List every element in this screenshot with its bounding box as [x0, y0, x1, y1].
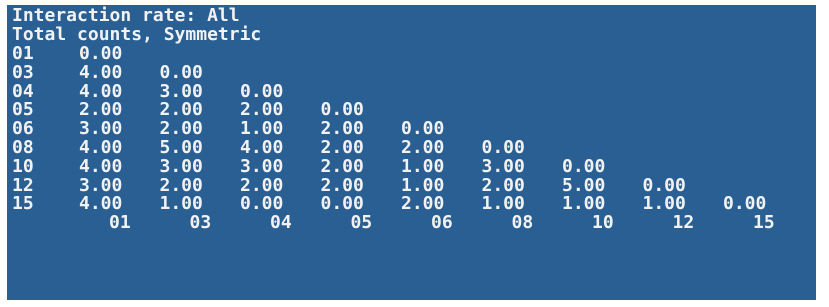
matrix-cell: 4.00: [79, 193, 123, 215]
matrix-cell: 0.00: [723, 193, 767, 215]
column-label: 04: [270, 212, 292, 234]
matrix-cell: 2.00: [320, 118, 364, 140]
matrix-cell: 2.00: [481, 174, 525, 196]
column-label: 15: [753, 212, 775, 234]
matrix-cell: 2.00: [320, 155, 364, 177]
matrix-cell: 3.00: [240, 155, 284, 177]
matrix-cell: 3.00: [159, 155, 203, 177]
matrix-cell: 2.00: [320, 174, 364, 196]
matrix-cell: 4.00: [79, 137, 123, 158]
matrix-cell: 2.00: [159, 174, 203, 196]
matrix-cell: 4.00: [79, 80, 123, 102]
matrix-cell: 2.00: [401, 137, 445, 158]
matrix-cell: 2.00: [401, 193, 445, 215]
column-label: 10: [592, 212, 614, 234]
column-label: 06: [431, 212, 453, 234]
matrix-cell: 0.00: [320, 193, 364, 215]
subtitle-line: Total counts, Symmetric: [12, 24, 262, 45]
matrix-cell: 0.00: [320, 99, 364, 121]
matrix-cell: 2.00: [159, 118, 203, 140]
matrix-cell: 0.00: [562, 155, 606, 177]
row-label: 15: [12, 193, 34, 215]
matrix-cell: 2.00: [159, 99, 203, 121]
column-label: 08: [511, 212, 534, 234]
row-label: 10: [12, 155, 34, 177]
matrix-cell: 4.00: [79, 155, 123, 177]
matrix-cell: 4.00: [240, 137, 284, 158]
matrix-cell: 1.00: [562, 193, 606, 215]
row-label: 06: [12, 118, 34, 140]
matrix-cell: 5.00: [562, 174, 606, 196]
matrix-cell: 5.00: [159, 137, 203, 158]
matrix-cell: 1.00: [159, 193, 203, 215]
matrix-cell: 0.00: [79, 43, 123, 64]
row-label: 08: [12, 137, 34, 158]
matrix-cell: 1.00: [481, 193, 525, 215]
row-label: 05: [12, 99, 34, 121]
console-window: Interaction rate: All Total counts, Symm…: [7, 5, 816, 300]
row-label: 12: [12, 174, 34, 196]
matrix-cell: 2.00: [240, 99, 284, 121]
matrix-cell: 1.00: [401, 174, 445, 196]
matrix-cell: 1.00: [240, 118, 284, 140]
column-label: 01: [109, 212, 131, 234]
matrix-cell: 2.00: [240, 174, 284, 196]
matrix-cell: 4.00: [79, 61, 123, 83]
row-label: 03: [12, 61, 34, 83]
matrix-cell: 0.00: [481, 137, 525, 158]
matrix-cell: 3.00: [481, 155, 525, 177]
matrix-cell: 0.00: [240, 80, 284, 102]
matrix-cell: 0.00: [240, 193, 284, 215]
matrix-cell: 0.00: [401, 118, 445, 140]
matrix-cell: 0.00: [642, 174, 686, 196]
matrix-cell: 3.00: [159, 80, 203, 102]
column-label: 03: [189, 212, 212, 234]
row-label: 01: [12, 43, 34, 64]
matrix-cell: 2.00: [79, 99, 123, 121]
title-line: Interaction rate: All: [12, 5, 240, 26]
matrix-cell: 1.00: [642, 193, 686, 215]
matrix-cell: 1.00: [401, 155, 445, 177]
matrix-cell: 3.00: [79, 174, 123, 196]
matrix-cell: 3.00: [79, 118, 123, 140]
matrix-cell: 0.00: [159, 61, 203, 83]
matrix-cell: 2.00: [320, 137, 364, 158]
column-label: 12: [672, 212, 695, 234]
column-label: 05: [350, 212, 373, 234]
row-label: 04: [12, 80, 34, 102]
